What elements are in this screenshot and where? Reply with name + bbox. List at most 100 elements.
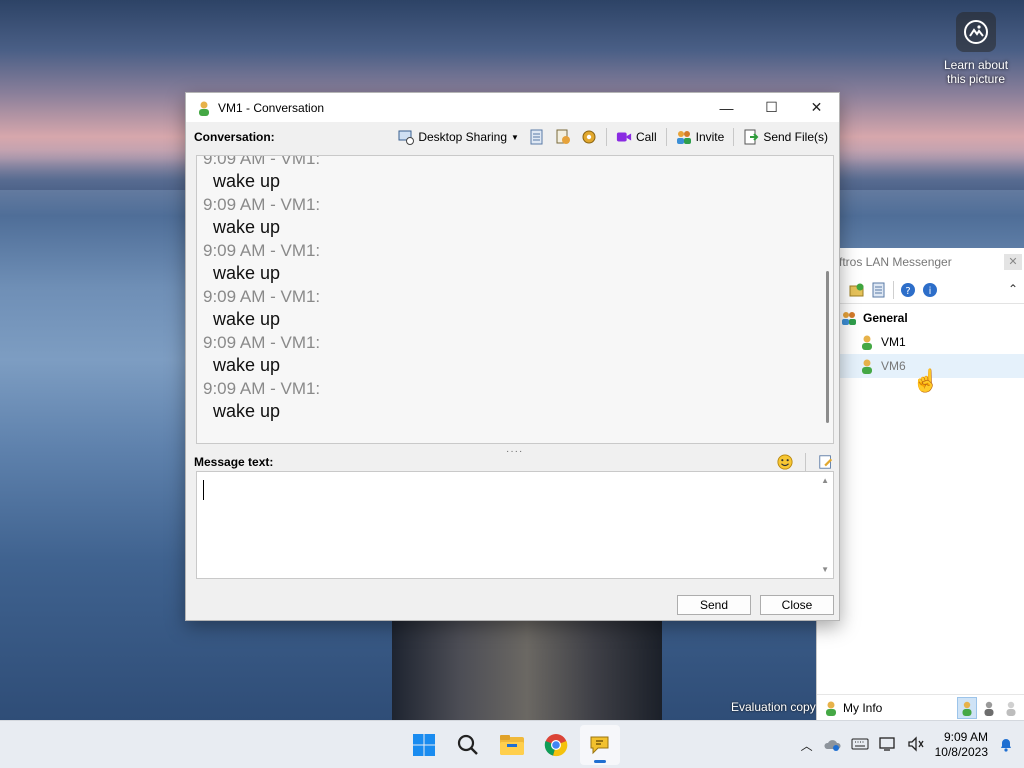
learn-about-picture-widget[interactable]: Learn about this picture bbox=[938, 12, 1014, 86]
conversation-window: VM1 - Conversation — ☐ ✕ Conversation: D… bbox=[185, 92, 840, 621]
user-online-icon bbox=[196, 100, 212, 116]
gear-icon bbox=[581, 129, 597, 145]
conversation-toolbar: Conversation: Desktop Sharing ▼ Call Inv… bbox=[186, 122, 839, 152]
conversation-title-bar: VM1 - Conversation — ☐ ✕ bbox=[186, 93, 839, 122]
invite-label: Invite bbox=[695, 130, 725, 144]
message-body: wake up bbox=[213, 217, 281, 237]
taskbar: ︿ 9:09 AM 10/8/2023 bbox=[0, 720, 1024, 768]
message-item: 9:09 AM - VM1: wake up bbox=[203, 331, 813, 377]
windows-start-icon[interactable] bbox=[404, 725, 444, 765]
message-compose-box[interactable]: ▲ ▼ bbox=[196, 471, 834, 579]
status-offline-button[interactable] bbox=[1001, 697, 1021, 719]
close-icon[interactable]: ✕ bbox=[794, 93, 839, 122]
send-files-button[interactable]: Send File(s) bbox=[740, 126, 831, 148]
group-label: General bbox=[863, 311, 908, 325]
status-online-button[interactable] bbox=[957, 696, 977, 719]
my-info-icon bbox=[823, 700, 839, 716]
maximize-icon[interactable]: ☐ bbox=[749, 93, 794, 122]
scroll-up-icon[interactable]: ▲ bbox=[821, 476, 829, 485]
user-vm1[interactable]: VM1 bbox=[817, 330, 1024, 354]
group-general[interactable]: General bbox=[817, 306, 1024, 330]
toolbar-separator bbox=[805, 453, 806, 471]
font-edit-icon[interactable] bbox=[818, 454, 834, 470]
help-icon[interactable]: ? bbox=[900, 282, 916, 298]
clock-time: 9:09 AM bbox=[943, 730, 988, 744]
send-button[interactable]: Send bbox=[677, 595, 751, 615]
collapse-chevron-icon[interactable]: ⌃ bbox=[1008, 282, 1018, 296]
minimize-icon[interactable]: — bbox=[704, 93, 749, 122]
clock[interactable]: 9:09 AM 10/8/2023 bbox=[935, 730, 988, 760]
scroll-down-icon[interactable]: ▼ bbox=[821, 565, 829, 574]
my-info-label[interactable]: My Info bbox=[843, 701, 882, 715]
history-icon[interactable] bbox=[871, 282, 887, 298]
message-item: 9:09 AM - VM1: wake up bbox=[203, 377, 813, 423]
file-explorer-icon[interactable] bbox=[492, 725, 532, 765]
messenger-close-icon[interactable]: ✕ bbox=[1004, 254, 1022, 270]
message-header: 9:09 AM - VM1: bbox=[203, 155, 321, 168]
message-header: 9:09 AM - VM1: bbox=[203, 379, 321, 398]
toolbar-separator bbox=[893, 280, 894, 299]
close-button[interactable]: Close bbox=[760, 595, 834, 615]
toolbar-separator bbox=[733, 128, 735, 146]
message-header: 9:09 AM - VM1: bbox=[203, 287, 321, 306]
lan-messenger-icon[interactable] bbox=[580, 725, 620, 765]
message-list: 9:09 AM - VM1: wake up 9:09 AM - VM1: wa… bbox=[203, 155, 813, 423]
message-item: 9:09 AM - VM1: wake up bbox=[203, 155, 813, 193]
message-item: 9:09 AM - VM1: wake up bbox=[203, 239, 813, 285]
chrome-icon[interactable] bbox=[536, 725, 576, 765]
notification-bell-icon[interactable] bbox=[998, 736, 1014, 755]
message-body: wake up bbox=[213, 355, 281, 375]
keyboard-icon[interactable] bbox=[851, 738, 869, 753]
hand-cursor-icon: ☝ bbox=[912, 368, 940, 393]
learn-about-text: Learn about this picture bbox=[943, 58, 1009, 86]
history-scrollbar[interactable] bbox=[826, 271, 829, 423]
toolbar-separator bbox=[665, 128, 667, 146]
group-users-icon bbox=[841, 310, 857, 326]
status-away-button[interactable] bbox=[979, 697, 999, 719]
show-hidden-icons-chevron-icon[interactable]: ︿ bbox=[801, 737, 813, 754]
desktop-sharing-button[interactable]: Desktop Sharing ▼ bbox=[395, 126, 522, 148]
emoticon-icon[interactable] bbox=[777, 454, 793, 470]
message-header: 9:09 AM - VM1: bbox=[203, 195, 321, 214]
text-caret bbox=[203, 480, 204, 500]
search-icon[interactable] bbox=[448, 725, 488, 765]
toolbar-separator bbox=[605, 128, 607, 146]
user-label: VM6 bbox=[881, 359, 906, 373]
message-label-row: Message text: bbox=[194, 451, 834, 473]
user-online-icon bbox=[859, 358, 875, 374]
send-files-label: Send File(s) bbox=[763, 130, 828, 144]
message-body: wake up bbox=[213, 401, 281, 421]
history-icon bbox=[529, 129, 545, 145]
transfers-button[interactable] bbox=[552, 126, 574, 148]
conversation-history[interactable]: 9:09 AM - VM1: wake up 9:09 AM - VM1: wa… bbox=[196, 155, 834, 444]
wallpaper-pier bbox=[392, 620, 662, 720]
messenger-toolbar: ? i bbox=[817, 276, 1024, 304]
invite-users-icon bbox=[676, 129, 692, 145]
message-item: 9:09 AM - VM1: wake up bbox=[203, 193, 813, 239]
desktop-sharing-label: Desktop Sharing bbox=[418, 130, 508, 144]
message-body: wake up bbox=[213, 263, 281, 283]
info-icon[interactable]: i bbox=[922, 282, 938, 298]
settings-button[interactable] bbox=[578, 126, 600, 148]
conversation-title: VM1 - Conversation bbox=[218, 100, 325, 115]
volume-muted-icon[interactable] bbox=[907, 735, 925, 755]
message-header: 9:09 AM - VM1: bbox=[203, 333, 321, 352]
network-icon[interactable] bbox=[878, 736, 897, 755]
message-input[interactable] bbox=[197, 472, 817, 576]
send-file-icon bbox=[743, 129, 759, 145]
svg-text:i: i bbox=[929, 286, 932, 297]
conversation-label: Conversation: bbox=[194, 130, 275, 144]
add-group-icon[interactable] bbox=[849, 282, 865, 298]
invite-button[interactable]: Invite bbox=[673, 126, 728, 148]
taskbar-apps bbox=[404, 725, 620, 765]
system-tray: ︿ 9:09 AM 10/8/2023 bbox=[801, 721, 1024, 768]
transfers-icon bbox=[555, 129, 571, 145]
messenger-title-bar: ftros LAN Messenger ✕ bbox=[817, 248, 1024, 276]
call-button[interactable]: Call bbox=[613, 126, 660, 148]
onedrive-icon[interactable] bbox=[823, 737, 841, 754]
history-button[interactable] bbox=[526, 126, 548, 148]
messenger-main-window: ftros LAN Messenger ✕ ? i ⌃ General VM1 bbox=[816, 248, 1024, 720]
message-header: 9:09 AM - VM1: bbox=[203, 241, 321, 260]
camera-info-icon bbox=[956, 12, 996, 52]
desktop-sharing-icon bbox=[398, 129, 415, 145]
